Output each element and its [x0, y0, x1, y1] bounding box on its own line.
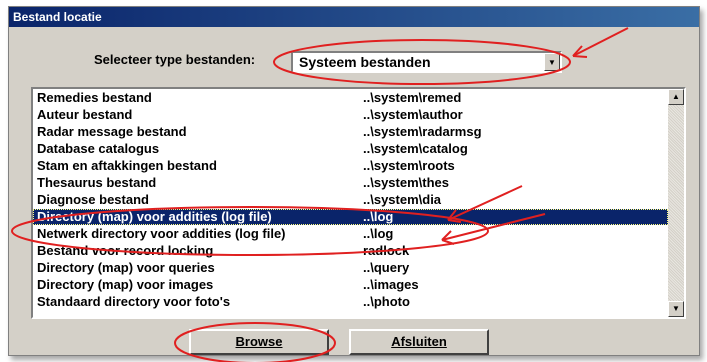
list-item-path: ..\log [363, 226, 394, 241]
list-item-path: ..\system\catalog [363, 141, 468, 156]
list-item[interactable]: Directory (map) voor addities (log file)… [33, 209, 668, 225]
browse-button[interactable]: Browse [189, 329, 329, 355]
list-item-name: Radar message bestand [37, 124, 187, 139]
list-item-path: radlock [363, 243, 410, 258]
list-item-path: ..\log [363, 209, 394, 224]
file-location-list[interactable]: Remedies bestand ..\system\remed Auteur be… [31, 87, 686, 319]
file-type-value: Systeem bestanden [299, 54, 431, 70]
list-item[interactable]: Diagnose bestand ..\system\dia [33, 192, 668, 208]
list-item-name: Directory (map) voor queries [37, 260, 215, 275]
list-item-path: ..\query [363, 260, 410, 275]
list-item-path: ..\photo [363, 294, 410, 309]
list-item-name: Remedies bestand [37, 90, 152, 105]
list-item-path: ..\system\author [363, 107, 463, 122]
window-title: Bestand locatie [9, 7, 699, 27]
list-item-path: ..\system\radarmsg [363, 124, 482, 139]
close-button[interactable]: Afsluiten [349, 329, 489, 355]
list-item-path: ..\system\dia [363, 192, 442, 207]
list-item[interactable]: Standaard directory voor foto's ..\photo [33, 294, 668, 310]
list-item-path: ..\system\remed [363, 90, 462, 105]
list-item-name: Directory (map) voor images [37, 277, 214, 292]
list-item-path: ..\images [363, 277, 419, 292]
list-item-name: Bestand voor record locking [37, 243, 214, 258]
list-item-name: Stam en aftakkingen bestand [37, 158, 217, 173]
file-location-dialog: Bestand locatie Selecteer type bestanden… [8, 6, 700, 356]
list-item[interactable]: Remedies bestand ..\system\remed [33, 90, 668, 106]
vertical-scrollbar[interactable]: ▲ ▼ [668, 89, 684, 317]
list-item-name: Standaard directory voor foto's [37, 294, 231, 309]
list-item[interactable]: Database catalogus ..\system\catalog [33, 141, 668, 157]
list-item-path: ..\system\thes [363, 175, 449, 190]
file-type-select[interactable]: Systeem bestanden ▼ [291, 51, 562, 73]
list-item[interactable]: Directory (map) voor queries ..\query [33, 260, 668, 276]
list-item-name: Database catalogus [37, 141, 160, 156]
list-item[interactable]: Bestand voor record locking radlock [33, 243, 668, 259]
chevron-down-icon[interactable]: ▼ [544, 53, 560, 71]
list-item-name: Netwerk directory voor addities (log fil… [37, 226, 286, 241]
list-item-name: Thesaurus bestand [37, 175, 157, 190]
list-item-name: Auteur bestand [37, 107, 133, 122]
list-item[interactable]: Radar message bestand ..\system\radarmsg [33, 124, 668, 140]
scroll-up-icon[interactable]: ▲ [668, 89, 684, 105]
list-item[interactable]: Directory (map) voor images ..\images [33, 277, 668, 293]
list-item-name: Directory (map) voor addities (log file) [37, 209, 272, 224]
list-item-path: ..\system\roots [363, 158, 455, 173]
list-item[interactable]: Stam en aftakkingen bestand ..\system\roo… [33, 158, 668, 174]
list-item[interactable]: Thesaurus bestand ..\system\thes [33, 175, 668, 191]
scroll-down-icon[interactable]: ▼ [668, 301, 684, 317]
list-item[interactable]: Netwerk directory voor addities (log fil… [33, 226, 668, 242]
list-item[interactable]: Auteur bestand ..\system\author [33, 107, 668, 123]
list-item-name: Diagnose bestand [37, 192, 149, 207]
file-type-label: Selecteer type bestanden: [94, 52, 256, 67]
